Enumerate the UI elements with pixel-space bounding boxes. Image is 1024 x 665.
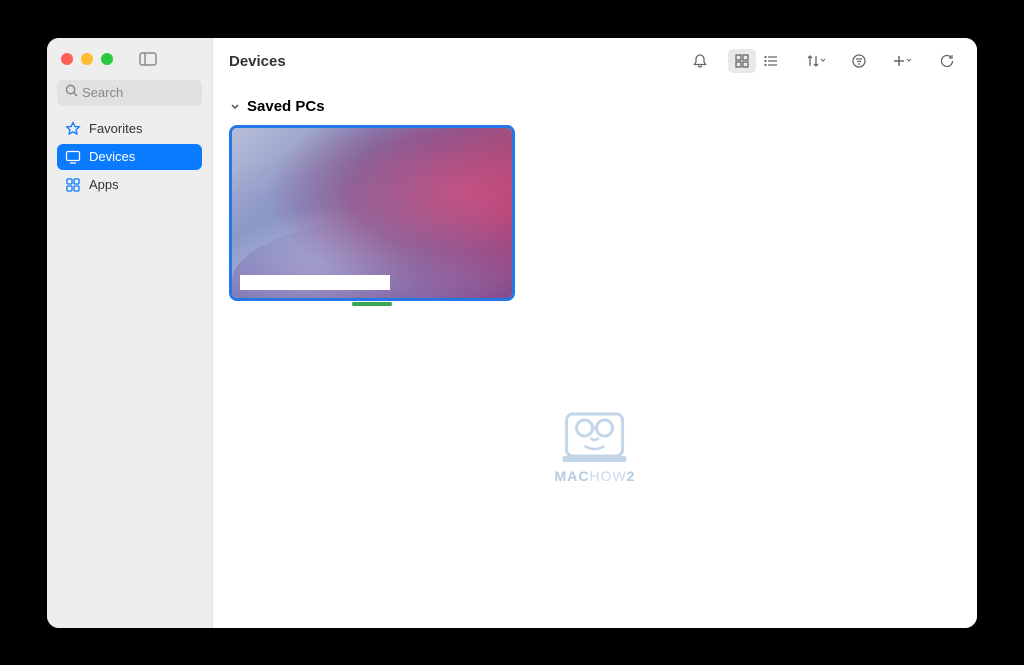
search-box[interactable] [57,80,202,106]
search-input[interactable] [82,85,194,100]
app-window: Favorites Devices [47,38,977,628]
pc-status-indicator [352,302,392,306]
section-header[interactable]: Saved PCs [229,98,961,115]
list-view-button[interactable] [757,49,785,73]
pc-card-container [229,125,515,301]
sidebar-item-label: Favorites [89,121,142,136]
sidebar-nav: Favorites Devices [47,116,212,198]
watermark-logo [561,406,629,464]
star-icon [65,121,81,137]
refresh-icon [939,53,955,69]
apps-icon [65,177,81,193]
list-icon [763,53,779,69]
close-window-button[interactable] [61,53,73,65]
toolbar-actions [686,49,961,73]
sort-button[interactable] [799,49,831,73]
main-content: Devices [213,38,977,628]
sidebar-item-label: Apps [89,177,119,192]
content-area: Saved PCs [213,86,977,628]
watermark-text: MACHOW2 [555,468,636,484]
sidebar: Favorites Devices [47,38,213,628]
sidebar-item-devices[interactable]: Devices [57,144,202,170]
display-icon [65,149,81,165]
filter-icon [851,53,867,69]
sidebar-item-label: Devices [89,149,135,164]
pc-thumbnail [232,128,512,298]
fullscreen-window-button[interactable] [101,53,113,65]
add-button[interactable] [887,49,919,73]
search-icon [65,84,78,102]
sidebar-item-apps[interactable]: Apps [57,172,202,198]
filter-button[interactable] [845,49,873,73]
bell-icon [692,53,708,69]
toolbar: Devices [213,38,977,86]
sidebar-item-favorites[interactable]: Favorites [57,116,202,142]
section-title: Saved PCs [247,98,325,115]
notifications-button[interactable] [686,49,714,73]
pc-name-label [240,275,390,290]
plus-icon [893,53,913,69]
window-controls [47,38,212,76]
watermark: MACHOW2 [555,406,636,484]
page-title: Devices [229,53,286,70]
grid-icon [734,53,750,69]
chevron-down-icon [229,100,241,112]
minimize-window-button[interactable] [81,53,93,65]
sidebar-toggle-icon[interactable] [139,52,157,66]
grid-view-button[interactable] [728,49,756,73]
view-mode-group [728,49,785,73]
refresh-button[interactable] [933,49,961,73]
saved-pc-card[interactable] [229,125,515,301]
sort-icon [805,53,825,69]
saved-pcs-grid [229,125,961,301]
search-container [47,76,212,116]
